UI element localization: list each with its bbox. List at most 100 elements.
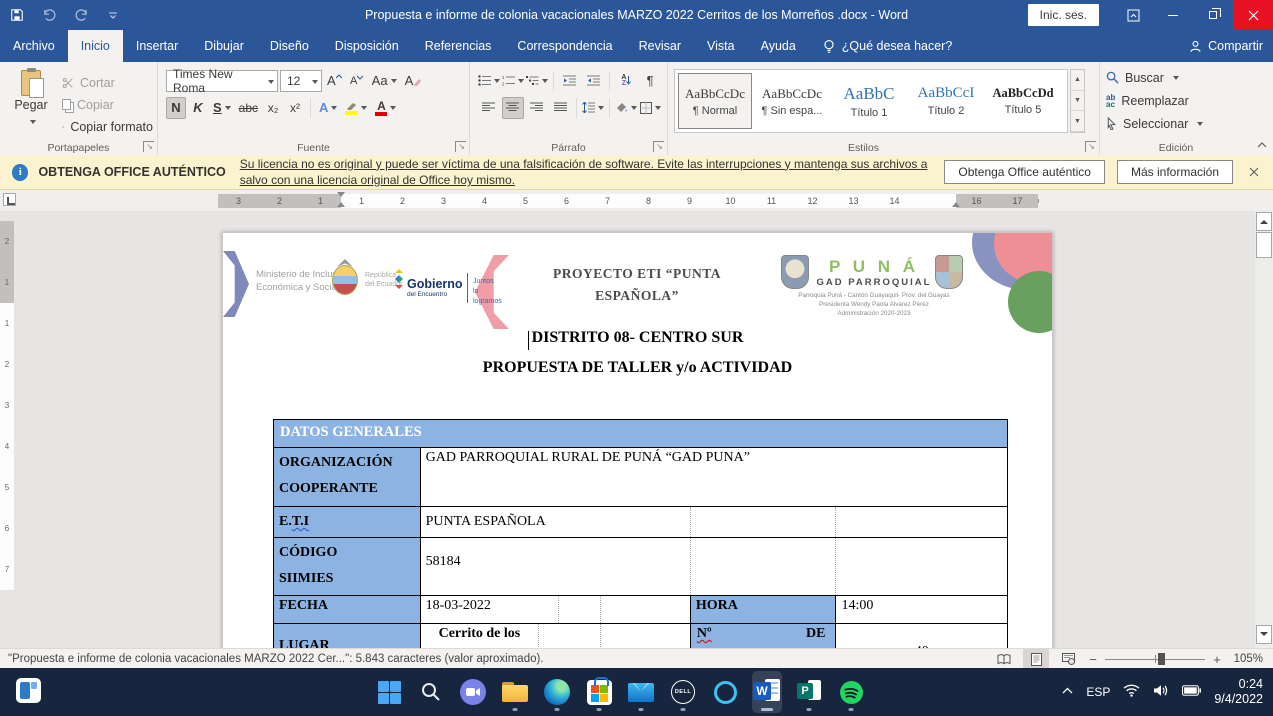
multilevel-list-button[interactable]: [526, 70, 548, 92]
gobierno-del-encuentro-logo[interactable]: Gobierno del Encuentro Juntoslo logramos: [391, 259, 503, 313]
fecha-value-cell[interactable]: 18-03-2022: [421, 596, 560, 623]
tab-referencias[interactable]: Referencias: [412, 30, 505, 62]
lugar-label-cell[interactable]: LUGAR: [274, 624, 421, 648]
numbering-button[interactable]: 12: [502, 70, 524, 92]
lugar-value-cell[interactable]: Cerrito de los: [421, 624, 540, 648]
tab-ayuda[interactable]: Ayuda: [748, 30, 809, 62]
font-dialog-launcher-icon[interactable]: ↘: [455, 141, 466, 152]
style-titulo-1[interactable]: AaBbC Título 1: [832, 73, 906, 129]
grow-font-button[interactable]: A: [324, 70, 345, 92]
customize-qat-chevron-icon[interactable]: [104, 4, 122, 26]
tab-inicio[interactable]: Inicio: [68, 30, 123, 62]
align-right-button[interactable]: [526, 97, 548, 119]
clipboard-dialog-launcher-icon[interactable]: ↘: [143, 141, 154, 152]
copy-button[interactable]: Copiar: [62, 94, 153, 115]
clear-formatting-button[interactable]: A: [402, 70, 425, 92]
shrink-font-button[interactable]: A: [347, 70, 367, 92]
file-explorer-icon[interactable]: [500, 671, 530, 713]
dell-icon[interactable]: DELL: [668, 671, 698, 713]
empty-cell[interactable]: [836, 507, 1007, 537]
vertical-ruler[interactable]: 211234567: [0, 221, 14, 590]
edge-icon[interactable]: [542, 671, 572, 713]
close-button[interactable]: [1233, 0, 1273, 30]
find-button[interactable]: Buscar: [1106, 66, 1248, 89]
align-center-button[interactable]: [502, 97, 524, 119]
hora-label-cell[interactable]: HORA: [691, 596, 837, 623]
restore-button[interactable]: [1193, 0, 1233, 30]
tab-insertar[interactable]: Insertar: [123, 30, 191, 62]
tab-correspondencia[interactable]: Correspondencia: [504, 30, 625, 62]
font-name-combobox[interactable]: Times New Roma: [166, 70, 278, 92]
language-indicator[interactable]: ESP: [1086, 685, 1110, 699]
zoom-slider-thumb[interactable]: [1158, 653, 1165, 665]
styles-more-icon[interactable]: ▼: [1071, 111, 1084, 132]
cut-button[interactable]: Cortar: [62, 72, 153, 93]
codigo-label-cell[interactable]: CÓDIGOSIIMIES: [274, 538, 421, 595]
word-taskbar-icon[interactable]: W: [752, 671, 782, 713]
codigo-value-cell[interactable]: 58184: [421, 538, 691, 595]
tab-dibujar[interactable]: Dibujar: [191, 30, 257, 62]
volume-icon[interactable]: [1153, 684, 1169, 700]
wifi-icon[interactable]: [1123, 684, 1140, 700]
hanging-indent-marker[interactable]: [337, 202, 345, 207]
line-spacing-button[interactable]: [582, 97, 604, 119]
org-value-cell[interactable]: GAD PARROQUIAL RURAL DE PUNÁ “GAD PUNA”: [421, 448, 1007, 506]
sort-button[interactable]: AZ: [615, 70, 637, 92]
style-titulo-5[interactable]: AaBbCcDd Título 5: [986, 73, 1060, 129]
mail-icon[interactable]: [626, 671, 656, 713]
tab-revisar[interactable]: Revisar: [626, 30, 694, 62]
style-sin-espaciado[interactable]: AaBbCcDc ¶ Sin espa...: [755, 73, 829, 129]
hora-value-cell[interactable]: 14:00: [836, 596, 1007, 623]
puna-gad-parroquial-logo[interactable]: P U N Á GAD PARROQUIAL Parroquia Puná - …: [779, 241, 969, 318]
scroll-up-icon[interactable]: [1256, 212, 1272, 231]
taskbar-search-icon[interactable]: [416, 671, 446, 713]
superscript-button[interactable]: x²: [285, 97, 305, 119]
tell-me-box[interactable]: ¿Qué desea hacer?: [823, 30, 953, 62]
chat-icon[interactable]: [458, 671, 488, 713]
publisher-icon[interactable]: P: [794, 671, 824, 713]
tab-diseno[interactable]: Diseño: [257, 30, 322, 62]
fecha-label-cell[interactable]: FECHA: [274, 596, 421, 623]
more-info-button[interactable]: Más información: [1117, 160, 1233, 184]
style-normal[interactable]: AaBbCcDc ¶ Normal: [678, 73, 752, 129]
ecuador-coat-of-arms-logo[interactable]: [329, 259, 361, 299]
bullets-button[interactable]: [478, 70, 500, 92]
zoom-in-icon[interactable]: +: [1211, 652, 1223, 667]
tab-selector-icon[interactable]: [3, 193, 16, 206]
get-genuine-office-button[interactable]: Obtenga Office auténtico: [944, 160, 1105, 184]
minimize-button[interactable]: [1153, 0, 1193, 30]
paste-button[interactable]: Pegar: [8, 70, 54, 142]
read-mode-button[interactable]: [991, 649, 1017, 669]
replace-button[interactable]: ab ac Reemplazar: [1106, 89, 1248, 112]
clock[interactable]: 0:249/4/2022: [1214, 677, 1263, 707]
license-warning-link[interactable]: Su licencia no es original y puede ser v…: [240, 156, 933, 188]
select-button[interactable]: Seleccionar: [1106, 112, 1248, 135]
hidden-icons-chevron-icon[interactable]: [1062, 686, 1073, 697]
zoom-out-icon[interactable]: −: [1087, 652, 1099, 667]
table-header-cell[interactable]: DATOS GENERALES: [274, 420, 1007, 447]
decrease-indent-button[interactable]: [559, 70, 581, 92]
format-painter-button[interactable]: Copiar formato: [62, 116, 153, 137]
tab-disposicion[interactable]: Disposición: [322, 30, 412, 62]
empty-cell[interactable]: [559, 596, 601, 623]
zoom-slider[interactable]: [1105, 649, 1205, 669]
battery-icon[interactable]: [1182, 685, 1201, 699]
share-button[interactable]: Compartir: [1189, 30, 1263, 62]
microsoft-store-icon[interactable]: [584, 671, 614, 713]
dismiss-warning-icon[interactable]: [1249, 165, 1259, 180]
paragraph-dialog-launcher-icon[interactable]: ↘: [653, 141, 664, 152]
italic-button[interactable]: K: [188, 97, 208, 119]
web-layout-button[interactable]: [1055, 649, 1081, 669]
styles-scroll-down-icon[interactable]: ▼: [1071, 91, 1084, 112]
sign-in-button[interactable]: Inic. ses.: [1028, 4, 1099, 26]
redo-icon[interactable]: [72, 4, 90, 26]
tab-archivo[interactable]: Archivo: [0, 30, 68, 62]
vertical-scrollbar[interactable]: [1255, 211, 1273, 648]
scroll-down-icon[interactable]: [1256, 625, 1272, 644]
empty-cell[interactable]: [601, 624, 691, 648]
save-icon[interactable]: [8, 4, 26, 26]
empty-cell[interactable]: [836, 538, 1007, 595]
proyecto-eti-title[interactable]: PROYECTO ETI “PUNTAESPAÑOLA”: [541, 263, 733, 306]
font-color-button[interactable]: A: [372, 97, 399, 119]
widgets-icon[interactable]: [16, 678, 41, 703]
